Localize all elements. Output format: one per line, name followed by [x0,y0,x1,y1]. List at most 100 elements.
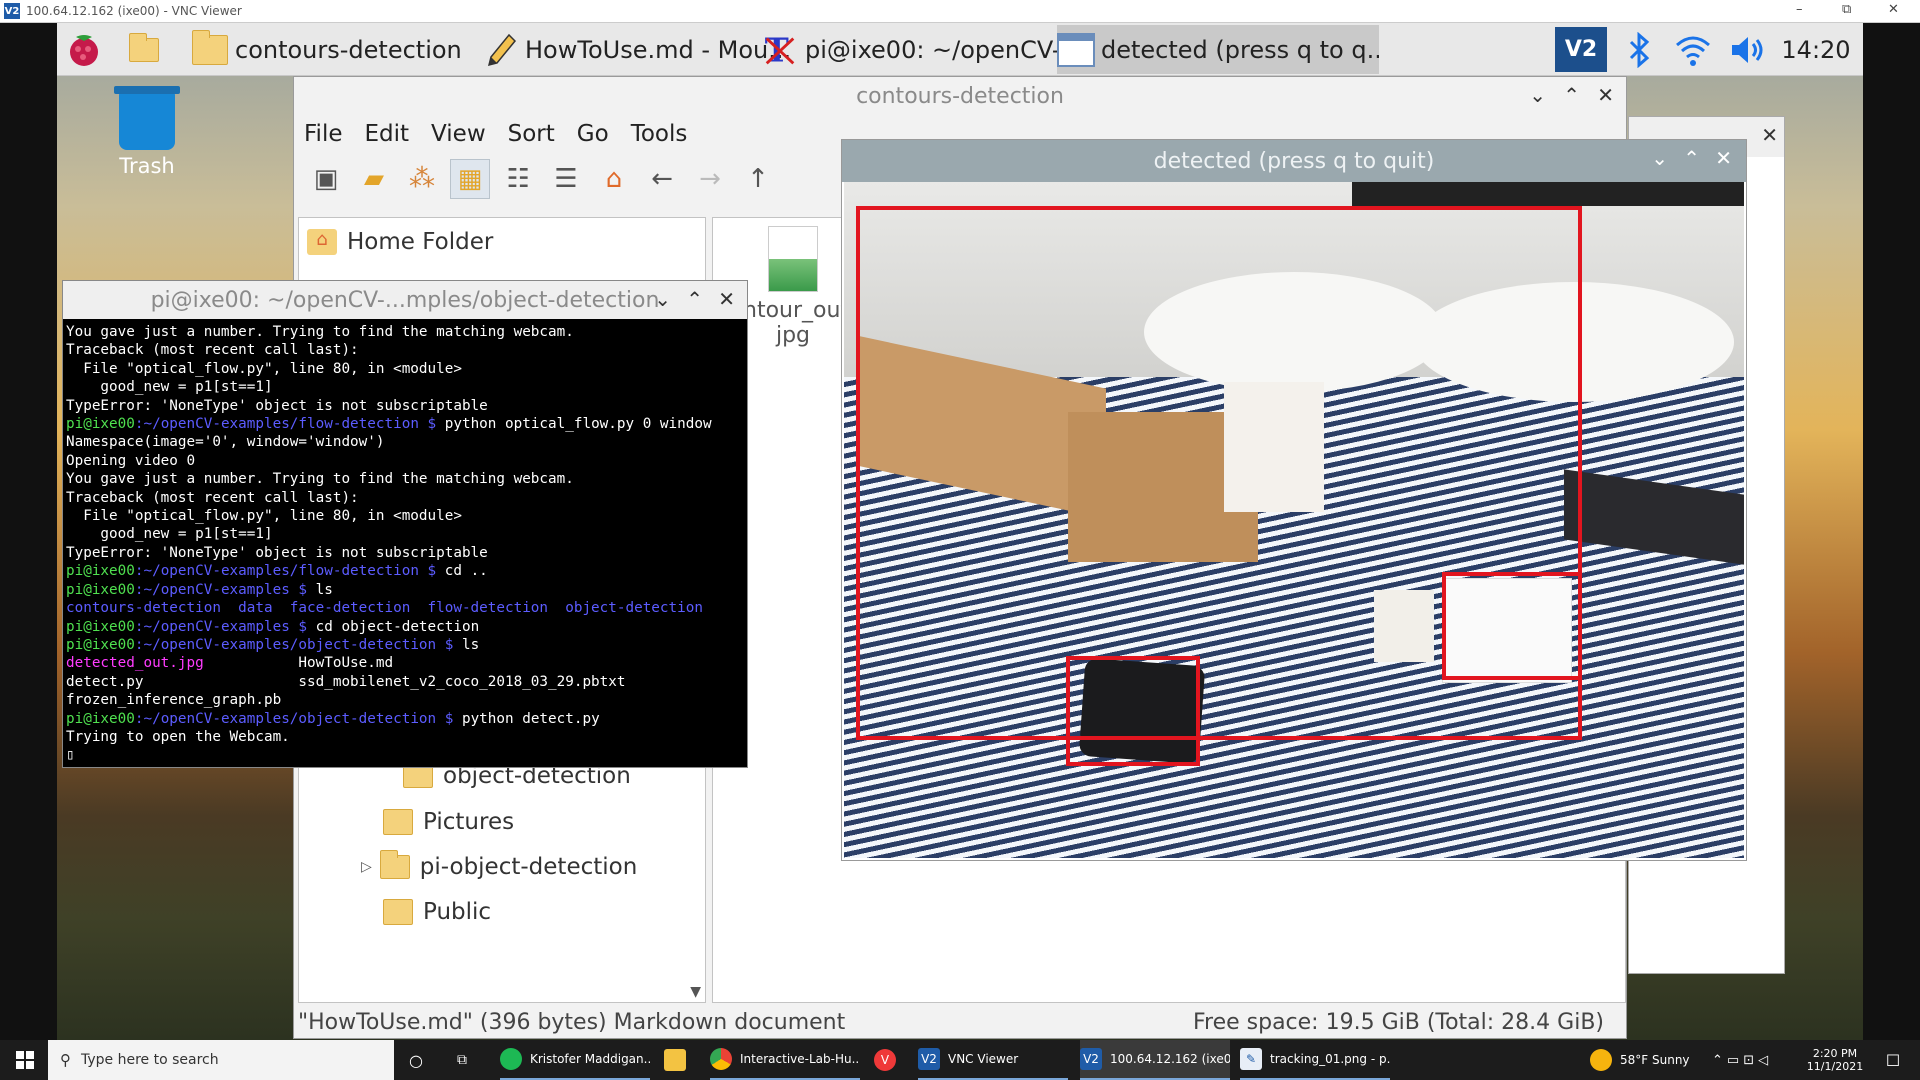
windows-logo-icon [16,1051,34,1069]
command-text: ls [453,636,480,653]
sidebar-item-label: Home Folder [347,229,494,255]
back-arrow-icon[interactable]: ← [642,159,682,199]
close-icon[interactable]: ✕ [1597,83,1614,107]
trash-label: Trash [119,154,175,178]
taskbar-search[interactable]: ⚲ Type here to search [48,1040,394,1080]
close-icon[interactable]: ✕ [1715,146,1732,170]
new-window-icon[interactable]: ▣ [306,159,346,199]
task-terminal[interactable]: T pi@ixe00: ~/openCV-... [761,25,1101,74]
menu-sort[interactable]: Sort [508,121,555,147]
icon-view-button[interactable]: ⁂ [402,159,442,199]
maximize-icon[interactable]: ⌃ [686,287,703,311]
sidebar-item-home[interactable]: ⌂ Home Folder [307,224,493,260]
notification-icon[interactable]: ☐ [1878,1040,1908,1080]
windows-taskbar: ⚲ Type here to search ○ ⧉ Kristofer Madd… [0,1040,1920,1080]
taskbar-paint[interactable]: ✎ tracking_01.png - p... [1240,1040,1390,1080]
prompt-user: pi@ixe00 [66,416,135,433]
search-placeholder: Type here to search [81,1052,219,1068]
terminal-line: pi@ixe00:~/openCV-examples $ cd object-d… [66,618,744,636]
network-icon: ⊡ [1743,1052,1759,1068]
scroll-down-arrow-icon[interactable]: ▼ [690,984,701,1000]
vnc-close-button[interactable]: ✕ [1888,2,1899,17]
new-folder-icon[interactable]: ▰ [354,159,394,199]
terminal-line: pi@ixe00:~/openCV-examples/flow-detectio… [66,415,744,433]
weather-widget[interactable]: 58°F Sunny [1590,1040,1700,1080]
taskbar-item-label: VNC Viewer [948,1052,1019,1066]
close-icon[interactable]: ✕ [718,287,735,311]
terminal-window[interactable]: pi@ixe00: ~/openCV-...mples/object-detec… [62,280,748,768]
terminal-line: detect.py ssd_mobilenet_v2_coco_2018_03_… [66,673,626,690]
vnc-window-title: 100.64.12.162 (ixe00) - VNC Viewer [26,4,242,18]
close-icon[interactable]: ✕ [1761,123,1778,147]
compact-view-icon[interactable]: ☷ [498,159,538,199]
taskbar-file-explorer[interactable] [664,1040,692,1080]
vivaldi-icon: V [874,1049,896,1071]
menu-file[interactable]: File [304,121,343,147]
terminal-line: pi@ixe00:~/openCV-examples/object-detect… [66,636,744,654]
sidebar-item-public[interactable]: Public [383,894,491,930]
terminal-line: Opening video 0 [66,452,196,469]
volume-icon[interactable] [1725,27,1771,72]
menu-go[interactable]: Go [577,121,609,147]
system-tray-icons[interactable]: ⌃ ▭ ⊡ ◁ [1712,1040,1792,1080]
expand-arrow-icon[interactable]: ▷ [361,859,372,875]
menu-view[interactable]: View [431,121,486,147]
vnc-maximize-button[interactable]: ⧉ [1842,2,1851,17]
file-manager-launcher[interactable] [125,25,169,74]
terminal-line: pi@ixe00:~/openCV-examples $ ls [66,581,744,599]
terminal-line: contours-detection data face-detection f… [66,600,703,617]
chevron-down-icon[interactable]: ⌄ [1651,146,1668,170]
chevron-down-icon[interactable]: ⌄ [1529,83,1546,107]
weather-text: 58°F Sunny [1620,1053,1690,1067]
windows-start-button[interactable] [10,1040,40,1080]
up-arrow-icon[interactable]: ↑ [738,159,778,199]
dark-window-edge [1352,182,1744,206]
cortana-icon[interactable]: ○ [404,1040,428,1080]
folders-icon [125,31,163,69]
detection-box-card [1442,572,1582,680]
panel-clock[interactable]: 14:20 [1781,27,1851,72]
webcam-frame [844,182,1744,858]
terminal-icon: T [761,31,799,69]
taskbar-vnc-session[interactable]: V2 100.64.12.162 (ixe00... [1080,1040,1230,1080]
taskbar-vivaldi[interactable]: V [874,1040,902,1080]
sidebar-item-pictures[interactable]: Pictures [383,804,514,840]
file-item-contour-out[interactable]: ntour_out jpg [743,226,849,348]
maximize-icon[interactable]: ⌃ [1563,83,1580,107]
output-text: HowToUse.md [203,655,394,672]
raspberry-menu-button[interactable] [65,25,109,74]
terminal-output[interactable]: You gave just a number. Trying to find t… [63,319,747,765]
chevron-down-icon[interactable]: ⌄ [654,287,671,311]
wifi-icon[interactable] [1671,27,1715,72]
grid-view-icon[interactable]: ▦ [450,159,490,199]
taskbar-spotify[interactable]: Kristofer Maddigan... [500,1040,650,1080]
status-selection: "HowToUse.md" (396 bytes) Markdown docum… [298,1009,846,1035]
vnc-right-margin [1863,23,1920,1040]
vnc-minimize-button[interactable]: – [1796,2,1803,17]
bluetooth-icon[interactable] [1619,27,1659,72]
command-text: ls [307,581,333,598]
clock-text: 14:20 [1781,35,1851,64]
folder-icon [379,850,410,879]
task-contours-detection[interactable]: contours-detection [191,25,511,74]
terminal-line: You gave just a number. Trying to find t… [66,324,574,340]
windows-clock[interactable]: 2:20 PM 11/1/2021 [1800,1040,1870,1080]
menu-tools[interactable]: Tools [631,121,688,147]
trash-desktop-icon[interactable]: Trash [107,86,187,178]
maximize-icon[interactable]: ⌃ [1683,146,1700,170]
terminal-line: You gave just a number. Trying to find t… [66,471,574,488]
task-howtouse-editor[interactable]: HowToUse.md - Mou... [481,25,807,74]
forward-arrow-icon[interactable]: → [690,159,730,199]
terminal-line: ▯ [66,747,75,764]
task-view-icon[interactable]: ⧉ [450,1040,474,1080]
list-view-icon[interactable]: ☰ [546,159,586,199]
taskbar-chrome[interactable]: Interactive-Lab-Hu... [710,1040,860,1080]
image-file-name: detected_out.jpg [66,655,204,672]
task-detected-window[interactable]: detected (press q to q... [1057,25,1379,74]
detected-window[interactable]: detected (press q to quit) ⌄ ⌃ ✕ [841,139,1747,861]
home-icon[interactable]: ⌂ [594,159,634,199]
sidebar-item-pi-object-detection[interactable]: ▷ pi-object-detection [361,849,637,885]
menu-edit[interactable]: Edit [365,121,410,147]
vnc-server-icon[interactable]: V2 [1555,27,1607,72]
taskbar-vnc-viewer[interactable]: V2 VNC Viewer [918,1040,1068,1080]
